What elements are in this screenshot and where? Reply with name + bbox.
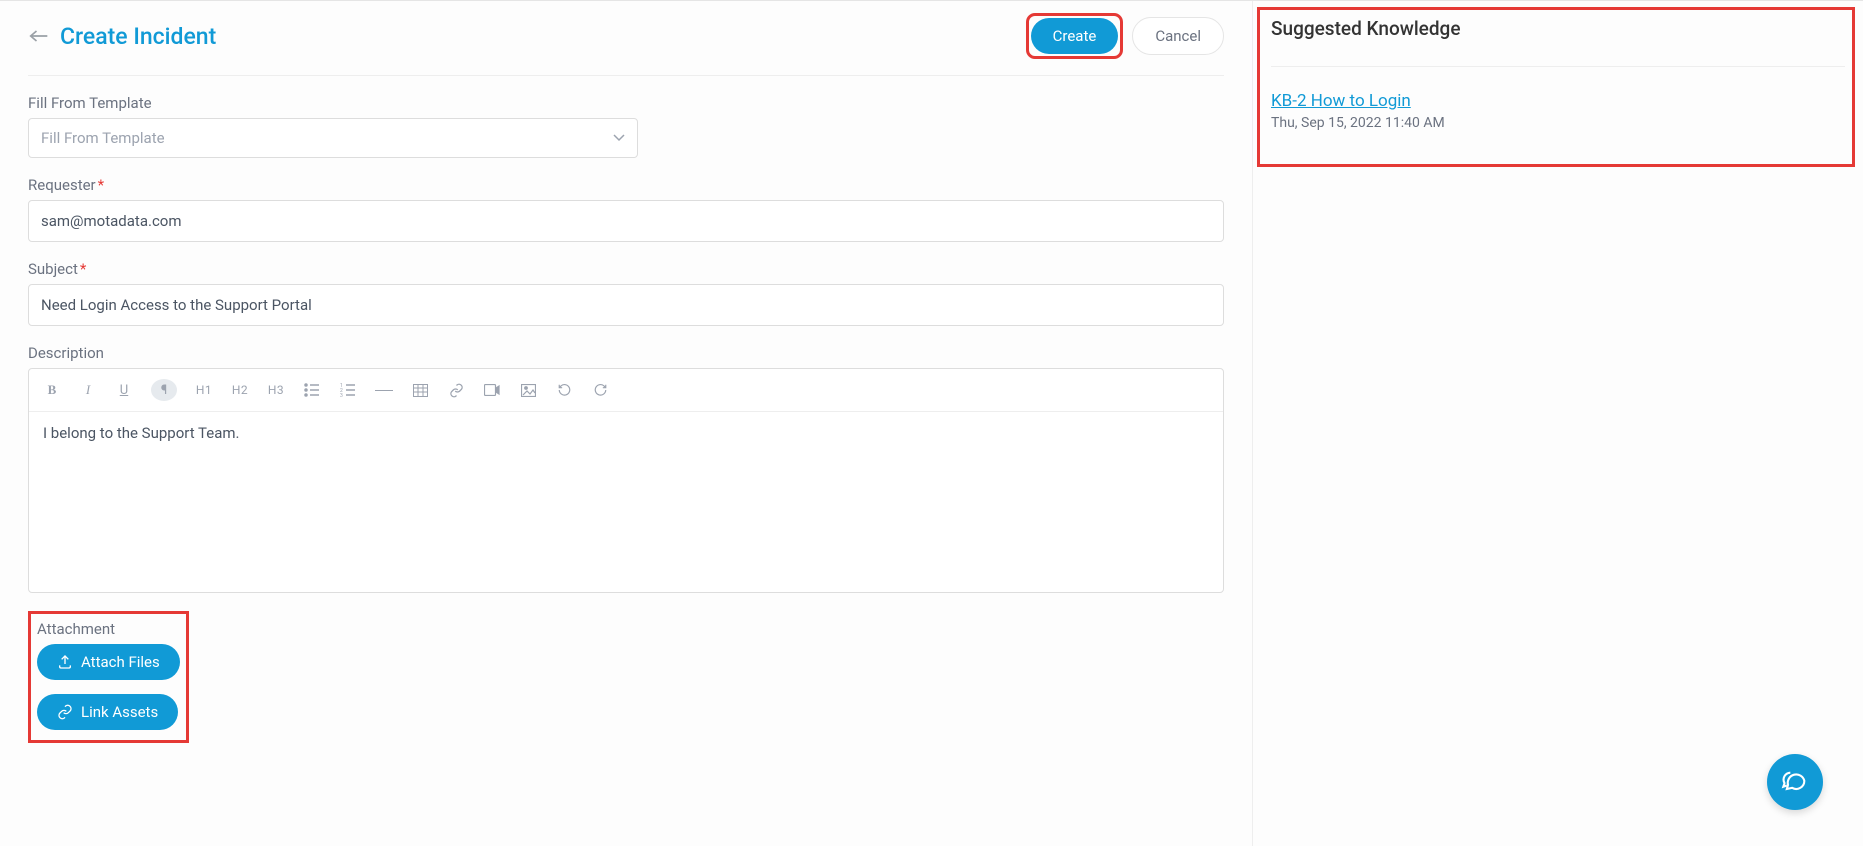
template-placeholder: Fill From Template <box>41 129 165 147</box>
upload-icon <box>57 654 73 670</box>
kb-item: KB-2 How to Login Thu, Sep 15, 2022 11:4… <box>1271 91 1845 131</box>
italic-icon[interactable]: I <box>79 379 97 401</box>
chat-icon <box>1781 768 1809 796</box>
page-title: Create Incident <box>60 23 216 50</box>
hr-icon[interactable] <box>375 379 393 401</box>
h1-button[interactable]: H1 <box>195 379 213 401</box>
image-icon[interactable] <box>519 379 537 401</box>
underline-icon[interactable]: U <box>115 379 133 401</box>
kb-date: Thu, Sep 15, 2022 11:40 AM <box>1271 115 1845 131</box>
h3-button[interactable]: H3 <box>267 379 285 401</box>
attachment-label: Attachment <box>37 620 180 638</box>
chat-fab[interactable] <box>1767 754 1823 810</box>
requester-input[interactable] <box>28 200 1224 242</box>
subject-label: Subject* <box>28 260 1224 278</box>
description-textarea[interactable]: I belong to the Support Team. <box>29 412 1223 592</box>
h2-button[interactable]: H2 <box>231 379 249 401</box>
description-editor: B I U ¶ H1 H2 H3 123 <box>28 368 1224 593</box>
paragraph-icon[interactable]: ¶ <box>151 379 177 401</box>
requester-label: Requester* <box>28 176 1224 194</box>
kb-link[interactable]: KB-2 How to Login <box>1271 91 1845 111</box>
bold-icon[interactable]: B <box>43 379 61 401</box>
back-arrow-icon[interactable] <box>28 25 50 47</box>
redo-icon[interactable] <box>591 379 609 401</box>
subject-input[interactable] <box>28 284 1224 326</box>
suggested-knowledge-title: Suggested Knowledge <box>1271 17 1845 67</box>
create-button[interactable]: Create <box>1031 18 1119 54</box>
video-icon[interactable] <box>483 379 501 401</box>
link-assets-button[interactable]: Link Assets <box>37 694 178 730</box>
bullet-list-icon[interactable] <box>303 379 321 401</box>
table-icon[interactable] <box>411 379 429 401</box>
attach-files-button[interactable]: Attach Files <box>37 644 180 680</box>
template-label: Fill From Template <box>28 94 1224 112</box>
link-icon[interactable] <box>447 379 465 401</box>
undo-icon[interactable] <box>555 379 573 401</box>
editor-toolbar: B I U ¶ H1 H2 H3 123 <box>29 369 1223 412</box>
link-icon <box>57 704 73 720</box>
number-list-icon[interactable]: 123 <box>339 379 357 401</box>
description-label: Description <box>28 344 1224 362</box>
svg-text:3: 3 <box>340 393 343 397</box>
template-select[interactable]: Fill From Template <box>28 118 638 158</box>
chevron-down-icon <box>613 134 625 142</box>
cancel-button[interactable]: Cancel <box>1132 17 1224 55</box>
